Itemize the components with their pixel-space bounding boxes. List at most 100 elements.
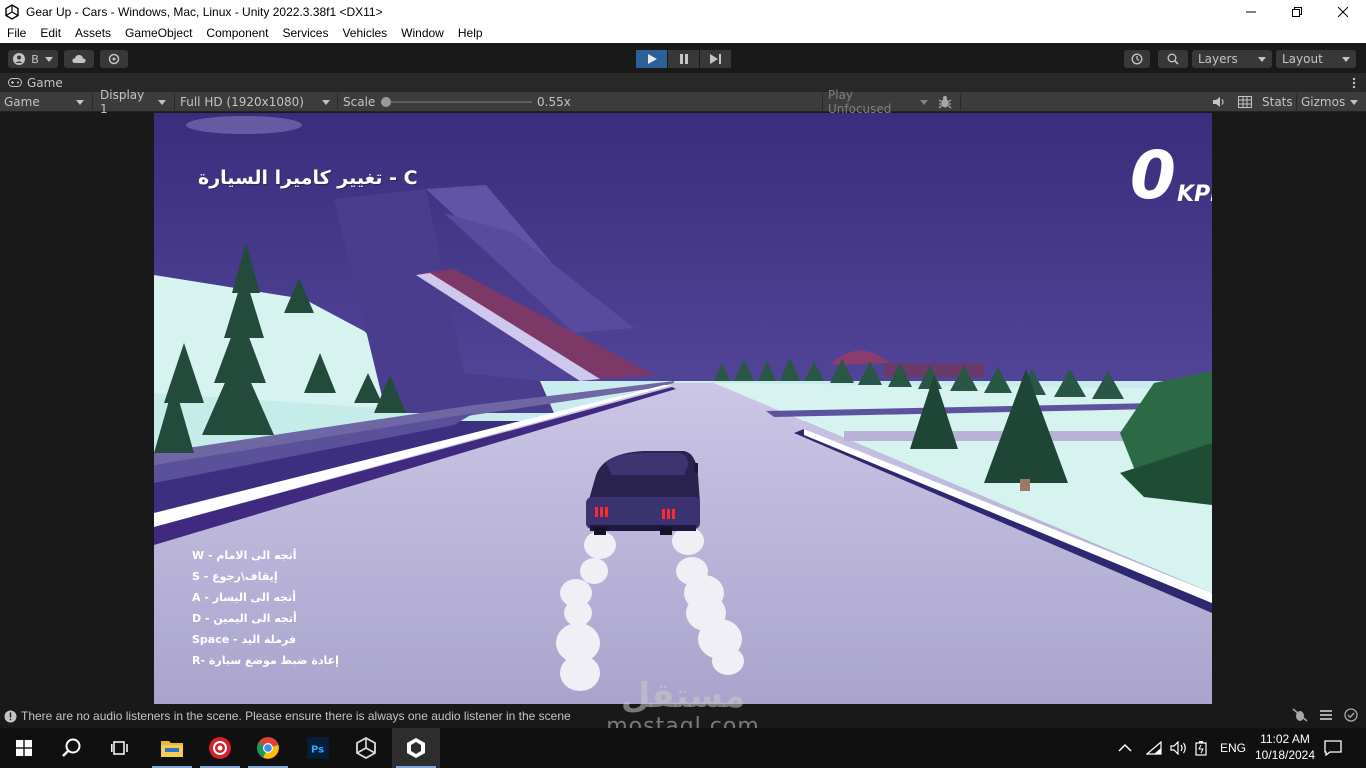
menu-window[interactable]: Window xyxy=(394,24,451,43)
play-focus-dropdown[interactable]: Play Unfocused xyxy=(828,88,932,116)
account-initial: B xyxy=(31,52,39,66)
menu-vehicles[interactable]: Vehicles xyxy=(335,24,394,43)
control-action: أتجه الى اليمين xyxy=(213,612,297,625)
grid-icon xyxy=(1238,96,1252,108)
step-button[interactable] xyxy=(700,50,731,68)
battery-icon[interactable] xyxy=(1194,740,1208,756)
control-action: أتجه الى الامام xyxy=(216,549,297,562)
record-app-icon xyxy=(209,737,231,759)
control-action: إعادة ضبط موضع سيارة xyxy=(208,654,339,667)
unity-logo-icon xyxy=(5,4,19,20)
speed-value: 0 xyxy=(1130,137,1176,214)
taskbar-unity-hub[interactable] xyxy=(342,728,390,768)
menu-edit[interactable]: Edit xyxy=(33,24,68,43)
search-icon xyxy=(1167,53,1179,65)
minimize-button[interactable] xyxy=(1228,0,1274,24)
control-action: أتجه الى اليسار xyxy=(212,591,296,604)
taskbar-recorder-app[interactable] xyxy=(196,728,244,768)
status-check-icon[interactable] xyxy=(1344,708,1358,722)
menu-services[interactable]: Services xyxy=(275,24,335,43)
progress-icon[interactable] xyxy=(1318,708,1334,722)
toolbar-divider xyxy=(960,94,961,110)
scale-slider-track[interactable] xyxy=(384,101,532,103)
chevron-down-icon xyxy=(76,99,84,105)
input-language[interactable]: ENG xyxy=(1220,741,1246,755)
frame-debugger-button[interactable] xyxy=(938,92,952,112)
mute-audio-button[interactable] xyxy=(1212,92,1226,112)
collab-button[interactable] xyxy=(100,50,128,68)
menu-assets[interactable]: Assets xyxy=(68,24,118,43)
taskbar-search-button[interactable] xyxy=(48,728,96,768)
gizmos-dropdown[interactable] xyxy=(1350,92,1358,112)
window-title: Gear Up - Cars - Windows, Mac, Linux - U… xyxy=(26,5,383,19)
close-icon xyxy=(1338,7,1348,17)
control-key: Space xyxy=(192,633,230,646)
notification-center-button[interactable] xyxy=(1324,728,1342,768)
step-icon xyxy=(709,54,721,64)
search-icon xyxy=(62,738,81,757)
watermark-arabic: مستقل xyxy=(620,676,746,716)
close-button[interactable] xyxy=(1320,0,1366,24)
play-button[interactable] xyxy=(636,50,667,68)
more-options-icon[interactable] xyxy=(1352,77,1356,89)
clock-date: 10/18/2024 xyxy=(1254,748,1316,762)
stats-button[interactable]: Stats xyxy=(1262,92,1293,112)
game-view[interactable]: تغيير كاميرا السيارة - C 0 KPH W - أتجه … xyxy=(154,113,1212,704)
control-separator: - xyxy=(229,633,242,646)
menu-file[interactable]: File xyxy=(0,24,33,43)
taskbar-file-explorer[interactable] xyxy=(148,728,196,768)
speedometer: 0 KPH xyxy=(1130,143,1212,209)
control-action: إيقاف\رجوع xyxy=(212,570,278,583)
window-tab-bar: Game xyxy=(0,73,1366,92)
status-message: There are no audio listeners in the scen… xyxy=(21,709,571,723)
pause-button[interactable] xyxy=(668,50,699,68)
task-view-button[interactable] xyxy=(96,728,144,768)
start-button[interactable] xyxy=(0,728,48,768)
play-icon xyxy=(647,54,657,64)
debug-off-icon[interactable] xyxy=(1292,708,1308,722)
taskbar-unity-editor[interactable] xyxy=(392,728,440,768)
clock-time: 11:02 AM xyxy=(1260,732,1310,746)
chevron-down-icon xyxy=(920,99,928,105)
menu-help[interactable]: Help xyxy=(451,24,490,43)
main-toolbar: B Layers Layout xyxy=(0,43,1366,73)
layers-label: Layers xyxy=(1198,52,1238,66)
window-titlebar: Gear Up - Cars - Windows, Mac, Linux - U… xyxy=(0,0,1366,24)
toolbar-divider xyxy=(174,94,175,110)
tab-game-label: Game xyxy=(27,75,63,90)
chevron-down-icon xyxy=(158,99,166,105)
folder-icon xyxy=(161,741,183,757)
layout-dropdown[interactable]: Layout xyxy=(1276,50,1356,68)
play-controls xyxy=(636,50,732,68)
undo-history-button[interactable] xyxy=(1124,50,1150,68)
gizmos-toggle[interactable]: Gizmos xyxy=(1301,92,1345,112)
menu-gameobject[interactable]: GameObject xyxy=(118,24,199,43)
warning-icon xyxy=(4,710,17,722)
controls-help: W - أتجه الى الامام S - إيقاف\رجوع A - أ… xyxy=(192,545,339,671)
settings-gear-icon xyxy=(108,53,120,65)
chrome-icon xyxy=(257,737,279,759)
taskbar-chrome[interactable] xyxy=(244,728,292,768)
search-button[interactable] xyxy=(1158,50,1188,68)
car-rear-body xyxy=(586,497,700,529)
toolbar-divider xyxy=(92,94,93,110)
tab-game[interactable]: Game xyxy=(0,73,63,92)
system-clock[interactable]: 11:02 AM 10/18/2024 xyxy=(1246,731,1324,763)
chevron-up-icon[interactable] xyxy=(1118,743,1132,753)
game-mode-dropdown[interactable]: Game xyxy=(4,92,88,112)
cloud-button[interactable] xyxy=(64,50,94,68)
layers-dropdown[interactable]: Layers xyxy=(1192,50,1272,68)
taskbar-photoshop[interactable]: Ps xyxy=(294,728,342,768)
display-dropdown[interactable]: Display 1 xyxy=(100,88,170,116)
control-separator: - xyxy=(200,654,209,667)
volume-icon[interactable] xyxy=(1170,741,1188,755)
account-button[interactable]: B xyxy=(8,50,58,68)
chevron-down-icon xyxy=(1258,56,1266,62)
resolution-dropdown[interactable]: Full HD (1920x1080) xyxy=(180,92,334,112)
wifi-icon[interactable] xyxy=(1146,741,1162,755)
aspect-grid-button[interactable] xyxy=(1238,92,1252,112)
game-view-toolbar: Game Display 1 Full HD (1920x1080) Scale… xyxy=(0,88,1366,116)
scale-slider-handle[interactable] xyxy=(381,97,391,107)
menu-component[interactable]: Component xyxy=(199,24,275,43)
restore-button[interactable] xyxy=(1274,0,1320,24)
